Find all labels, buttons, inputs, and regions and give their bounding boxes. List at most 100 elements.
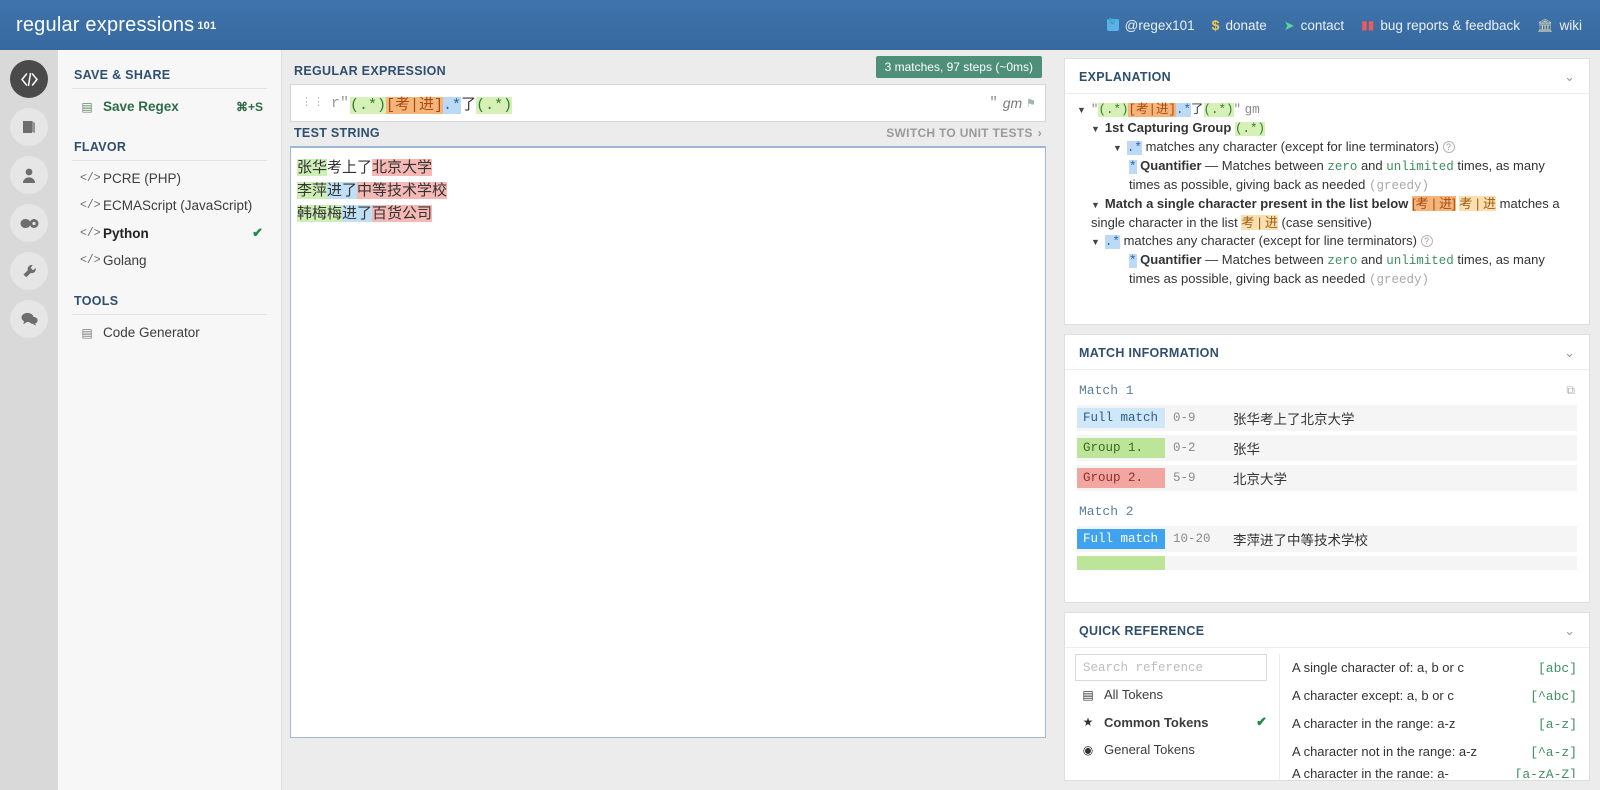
qr-row[interactable]: A character except: a, b or c [^abc]: [1292, 682, 1579, 710]
match-2-label: Match 2: [1079, 504, 1134, 519]
qr-row-token: [a-z]: [1537, 717, 1577, 732]
nav-wiki-label: wiki: [1559, 17, 1583, 33]
code-icon: [20, 72, 38, 86]
floppy-icon: ▤: [81, 99, 93, 114]
sidebar-item-flavor-pcre[interactable]: </> PCRE (PHP): [72, 165, 267, 192]
site-logo[interactable]: regular expressions 101: [0, 14, 216, 37]
rail-item-community[interactable]: [10, 300, 48, 338]
explanation-dot-row-2[interactable]: ▼ .* matches any character (except for li…: [1077, 232, 1577, 251]
qr-row[interactable]: A character in the range: a-z [a-z]: [1292, 710, 1579, 738]
quantifier-unlimited: unlimited: [1386, 160, 1454, 174]
help-icon[interactable]: ?: [1420, 235, 1433, 247]
explanation-body: ▼ "(.*)[考|进].*了(.*)" gm ▼ 1st Capturing Gr…: [1065, 94, 1589, 324]
search-reference-input[interactable]: [1075, 654, 1267, 681]
sidebar-item-flavor-golang[interactable]: </> Golang: [72, 247, 267, 274]
nav-twitter[interactable]: @regex101: [1106, 17, 1195, 33]
sidebar-item-flavor-python[interactable]: </> Python ✔: [72, 219, 267, 247]
caret-down-icon[interactable]: ▼: [1113, 143, 1122, 153]
qr-row[interactable]: A character not in the range: a-z [^a-z]: [1292, 738, 1579, 766]
nav-contact[interactable]: ➤ contact: [1284, 18, 1344, 33]
rail-item-settings[interactable]: [10, 252, 48, 290]
quantifier-unlimited: unlimited: [1386, 254, 1454, 268]
caret-down-icon[interactable]: ▼: [1077, 105, 1086, 115]
paper-plane-icon: ➤: [1283, 17, 1295, 33]
match-group2-highlight: 百货公司: [372, 205, 433, 222]
code-icon: </>: [80, 172, 101, 185]
caret-down-icon[interactable]: ▼: [1091, 237, 1100, 247]
root-token-literal: 了: [1190, 103, 1204, 117]
match-middle-highlight: 进了: [342, 205, 373, 222]
qr-row[interactable]: A single character of: a, b or c [abc]: [1292, 654, 1579, 682]
star-icon: ★: [1082, 715, 1094, 729]
regex101-app: regular expressions101 @regex101 $ donat…: [0, 0, 1600, 790]
rail-item-library[interactable]: [10, 108, 48, 146]
sidebar-section-flavor: FLAVOR: [72, 134, 267, 161]
regex-flags-area[interactable]: " gm ⚑: [989, 95, 1035, 111]
explanation-class-row[interactable]: ▼ Match a single character present in the…: [1077, 195, 1577, 232]
sidebar-item-save-regex[interactable]: ▤ Save Regex ⌘+S: [72, 93, 267, 120]
external-link-icon[interactable]: ⧉: [1566, 384, 1575, 398]
match-row[interactable]: Group 1. 0-2 张华: [1077, 435, 1577, 461]
regex-suffix: ": [989, 95, 998, 111]
regex-label-row: REGULAR EXPRESSION 3 matches, 97 steps (…: [290, 56, 1046, 84]
group1-token: (.*): [1234, 122, 1265, 136]
rail-item-sponsor[interactable]: [10, 204, 48, 242]
qr-category-general-tokens[interactable]: ◉ General Tokens: [1075, 736, 1271, 763]
match-row[interactable]: Full match 0-9 张华考上了北京大学: [1077, 405, 1577, 431]
test-string-label: TEST STRING: [294, 126, 380, 140]
rail-item-regex-editor[interactable]: [10, 60, 48, 98]
rail-item-account[interactable]: [10, 156, 48, 194]
help-icon[interactable]: ?: [1442, 141, 1455, 153]
match-group2-highlight: 北京大学: [372, 159, 433, 176]
chevron-right-icon: ›: [1037, 126, 1042, 140]
qr-category-common-tokens[interactable]: ★ Common Tokens ✔: [1075, 708, 1271, 736]
match-row[interactable]: Full match 10-20 李萍进了中等技术学校: [1077, 526, 1577, 552]
flavor-golang-label: Golang: [103, 253, 147, 268]
regex-input[interactable]: ⋮⋮ r" (.*)[考|进].*了(.*) " gm ⚑: [290, 84, 1046, 122]
user-icon: [23, 168, 35, 183]
nav-wiki[interactable]: 🏛 wiki: [1537, 18, 1582, 33]
quantifier-desc-a: — Matches between: [1205, 158, 1324, 173]
quantifier-and: and: [1360, 158, 1383, 173]
bank-icon: 🏛: [1536, 17, 1554, 33]
top-navigation: @regex101 $ donate ➤ contact ▮▮ bug repo…: [1106, 17, 1582, 33]
match-range: 10-20: [1173, 532, 1211, 546]
flag-icon[interactable]: ⚑: [1027, 96, 1035, 111]
group1-label: 1st Capturing Group: [1104, 120, 1232, 135]
sidebar-item-flavor-ecmascript[interactable]: </> ECMAScript (JavaScript): [72, 192, 267, 219]
test-string-line: 张华考上了北京大学: [297, 156, 1039, 179]
qr-category-all-tokens[interactable]: ▤ All Tokens: [1075, 681, 1271, 708]
dollar-icon: $: [1211, 17, 1220, 33]
sidebar-item-code-generator[interactable]: ▤ Code Generator: [72, 319, 267, 346]
match-middle-highlight: 考上了: [327, 159, 373, 176]
chevron-down-icon[interactable]: ⌄: [1564, 623, 1575, 639]
match-row[interactable]: Group 2. 5-9 北京大学: [1077, 465, 1577, 491]
qr-row[interactable]: A character in the range: a- [a-zA-Z]: [1292, 766, 1579, 778]
nav-donate[interactable]: $ donate: [1212, 18, 1267, 33]
caret-down-icon[interactable]: ▼: [1091, 124, 1100, 134]
regex-pattern[interactable]: (.*)[考|进].*了(.*): [350, 93, 989, 114]
regex-flags[interactable]: gm: [1003, 95, 1022, 111]
quantifier-zero: zero: [1327, 254, 1358, 268]
test-string-editor[interactable]: 张华考上了北京大学 李萍进了中等技术学校 韩梅梅进了百货公司: [290, 146, 1046, 738]
nav-bug-reports[interactable]: ▮▮ bug reports & feedback: [1361, 18, 1520, 33]
nav-twitter-label: @regex101: [1124, 17, 1195, 33]
flavor-pcre-label: PCRE (PHP): [103, 171, 182, 186]
caret-down-icon[interactable]: ▼: [1091, 200, 1100, 210]
match-group1-highlight: 张华: [297, 159, 328, 176]
explanation-root-row[interactable]: ▼ "(.*)[考|进].*了(.*)" gm: [1077, 100, 1577, 119]
code-icon: </>: [80, 226, 101, 240]
drag-handle-icon[interactable]: ⋮⋮: [301, 97, 325, 109]
dot-token: .*: [1126, 141, 1142, 155]
class-token: [考 | 进]: [1411, 196, 1456, 211]
greedy-note: (greedy): [1368, 179, 1429, 193]
explanation-dot-row-1[interactable]: ▼ .* matches any character (except for li…: [1077, 138, 1577, 157]
qr-row-token: [^abc]: [1530, 689, 1577, 704]
chevron-down-icon[interactable]: ⌄: [1564, 69, 1575, 85]
chevron-down-icon[interactable]: ⌄: [1564, 345, 1575, 361]
match-tag-group1: [1077, 556, 1165, 570]
explanation-group1-row[interactable]: ▼ 1st Capturing Group (.*): [1077, 119, 1577, 138]
dot-token: .*: [1104, 235, 1120, 249]
match-row-partial[interactable]: [1077, 556, 1577, 570]
switch-to-unit-tests-button[interactable]: SWITCH TO UNIT TESTS ›: [886, 126, 1042, 140]
